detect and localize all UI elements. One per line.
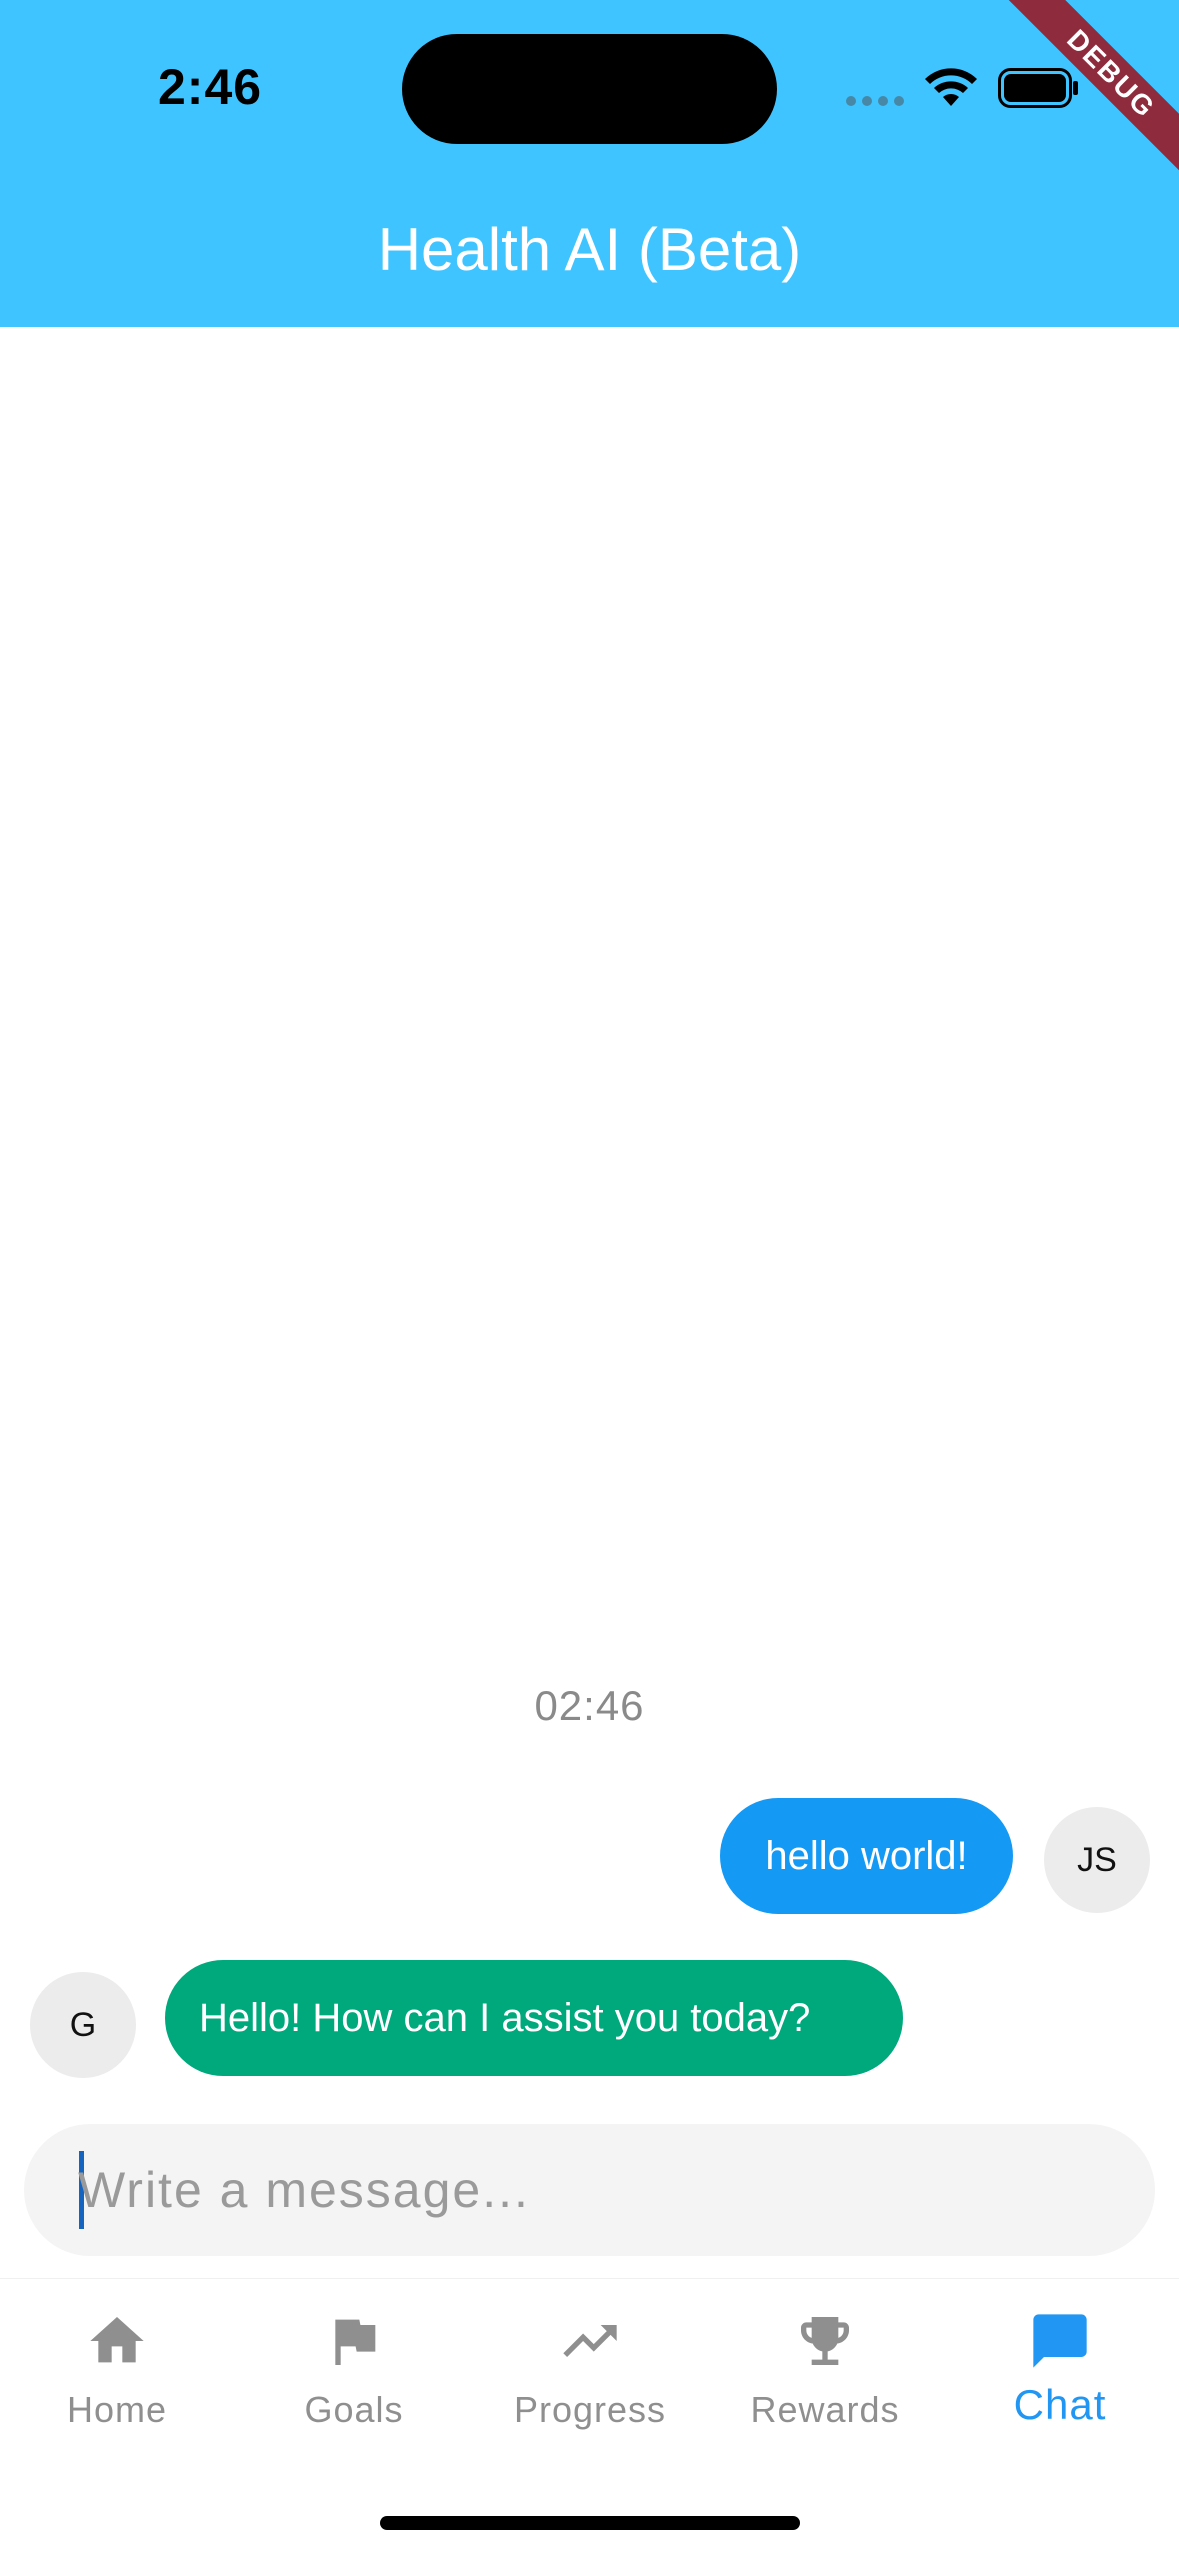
flag-icon [335, 2319, 376, 2365]
dynamic-island [402, 34, 777, 144]
nav-label-rewards: Rewards [750, 2389, 900, 2430]
user-message-bubble[interactable]: hello world! [720, 1798, 1013, 1914]
home-indicator[interactable] [380, 2516, 800, 2530]
bot-message-bubble[interactable]: Hello! How can I assist you today? [165, 1960, 903, 2076]
nav-item-home[interactable]: Home [17, 2279, 217, 2449]
nav-label-chat: Chat [1013, 2381, 1107, 2428]
status-time: 2:46 [158, 59, 263, 115]
nav-label-progress: Progress [513, 2389, 667, 2430]
chat-icon [1033, 2314, 1087, 2368]
app-header: 2:46 DEBUG Health AI (Beta) [0, 0, 1179, 327]
user-message-text: hello world! [765, 1834, 968, 1878]
nav-label-home: Home [66, 2389, 168, 2430]
message-input[interactable] [78, 2124, 1118, 2256]
nav-item-rewards[interactable]: Rewards [725, 2279, 925, 2449]
signal-dots-icon [846, 96, 904, 106]
trophy-icon [801, 2317, 849, 2365]
bot-avatar[interactable]: G [30, 1972, 136, 2078]
home-icon [90, 2317, 144, 2363]
battery-icon [998, 68, 1078, 108]
message-composer[interactable] [24, 2124, 1155, 2256]
nav-label-goals: Goals [304, 2389, 404, 2430]
user-avatar[interactable]: JS [1044, 1807, 1150, 1913]
chat-area[interactable]: 02:46 hello world! JS G Hello! How can I… [0, 327, 1179, 2087]
bot-message-text: Hello! How can I assist you today? [199, 1996, 811, 2040]
trending-up-icon [563, 2325, 617, 2357]
wifi-icon [925, 68, 977, 106]
nav-item-chat[interactable]: Chat [960, 2279, 1160, 2449]
nav-item-goals[interactable]: Goals [254, 2279, 454, 2449]
app-screen: 2:46 DEBUG Health AI (Beta) 02:46 hello … [0, 0, 1179, 2556]
bottom-navigation: Home Goals Progress Rewards Chat [0, 2278, 1179, 2556]
message-timestamp: 02:46 [534, 1682, 645, 1729]
nav-item-progress[interactable]: Progress [490, 2279, 690, 2449]
page-title: Health AI (Beta) [377, 216, 802, 283]
